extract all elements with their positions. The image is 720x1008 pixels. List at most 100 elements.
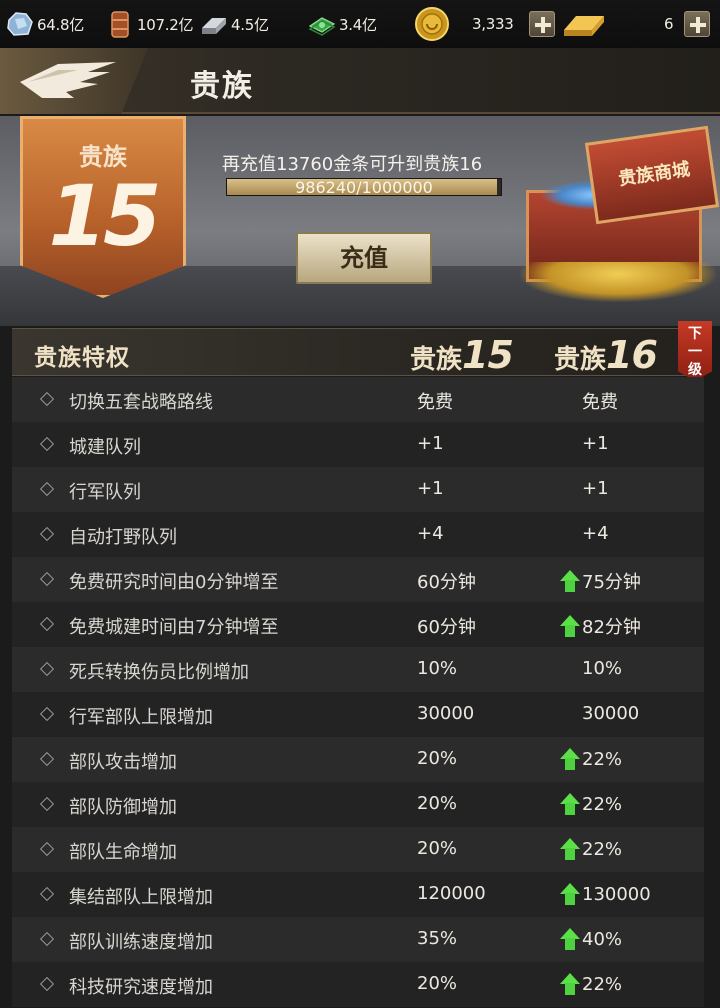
privilege-row: 部队生命增加 20% 22% (12, 827, 704, 872)
privilege-title: 贵族特权 (34, 345, 130, 371)
noble-banner: 贵族 15 再充值13760金条可升到贵族16 986240/1000000 充… (0, 116, 720, 326)
resource-cash[interactable]: 3.4亿 (308, 8, 377, 40)
privilege-next-value-wrap: 130000 (560, 883, 651, 905)
upgrade-arrow-icon (560, 838, 580, 860)
add-gold-coin-button[interactable] (529, 11, 555, 37)
privilege-next-value: +4 (582, 523, 609, 544)
resource-steel-value: 4.5亿 (231, 15, 269, 34)
resource-steel[interactable]: 4.5亿 (200, 8, 269, 40)
noble-shop-button[interactable]: 贵族商城 (520, 125, 720, 302)
next-level-tag: 下一级 (678, 321, 712, 381)
back-button[interactable] (0, 48, 148, 114)
privilege-row: 城建队列 +1 +1 (12, 422, 704, 467)
resource-diamond[interactable]: 64.8亿 (6, 8, 84, 40)
privilege-next-value-wrap: 免费 (560, 388, 618, 414)
privilege-current-value: 35% (417, 928, 458, 949)
privilege-next-value: 30000 (582, 703, 640, 724)
privilege-name: 部队防御增加 (69, 797, 177, 818)
next-level-prefix: 贵族 (554, 345, 607, 375)
diamond-bullet-icon (39, 976, 55, 992)
privilege-current-value: +1 (417, 478, 444, 499)
privilege-row: 自动打野队列 +4 +4 (12, 512, 704, 557)
privilege-row: 部队训练速度增加 35% 40% (12, 917, 704, 962)
next-level-tag-char: 下 (688, 326, 702, 342)
upgrade-arrow-icon (560, 973, 580, 995)
next-level-tag-char: 一 (688, 344, 702, 360)
privilege-current-value: 20% (417, 748, 458, 769)
diamond-bullet-icon (39, 931, 55, 947)
gold-coin-icon (415, 7, 449, 41)
privilege-next-value-wrap: +1 (560, 433, 609, 454)
privilege-name: 城建队列 (69, 437, 141, 458)
resource-oil[interactable]: 107.2亿 (106, 8, 193, 40)
privilege-name: 行军队列 (69, 482, 141, 503)
privilege-row: 科技研究速度增加 20% 22% (12, 962, 704, 1007)
upgrade-arrow-icon (560, 793, 580, 815)
upgrade-arrow-icon (560, 615, 580, 637)
diamond-bullet-icon (39, 706, 55, 722)
badge-level: 15 (48, 167, 162, 265)
privilege-name: 死兵转换伤员比例增加 (69, 662, 249, 683)
privilege-next-value: +1 (582, 478, 609, 499)
privilege-next-value: 22% (582, 748, 623, 770)
diamond-bullet-icon (39, 661, 55, 677)
upgrade-arrow-icon (560, 570, 580, 592)
privilege-next-value: 130000 (582, 883, 651, 905)
privilege-next-value-wrap: 22% (560, 973, 622, 995)
diamond-bullet-icon (39, 886, 55, 902)
diamond-bullet-icon (39, 526, 55, 542)
title-bar: 贵族 (0, 48, 720, 114)
privilege-row: 切换五套战略路线 免费 免费 (12, 377, 704, 422)
privilege-next-value: 免费 (582, 392, 618, 413)
gold-coin-count: 3,333 (472, 8, 514, 40)
privilege-current-value: 60分钟 (417, 572, 476, 593)
current-level-number: 15 (462, 333, 514, 377)
current-level-header: 贵族15 (410, 333, 514, 377)
privilege-name: 切换五套战略路线 (69, 392, 213, 413)
privilege-name: 部队生命增加 (69, 842, 177, 863)
privilege-row: 免费城建时间由7分钟增至 60分钟 82分钟 (12, 602, 704, 647)
cash-stack-icon (308, 17, 336, 36)
diamond-bullet-icon (39, 796, 55, 812)
diamond-bullet-icon (39, 391, 55, 407)
resource-diamond-value: 64.8亿 (37, 15, 84, 34)
progress-text: 986240/1000000 (295, 178, 433, 197)
resource-oil-value: 107.2亿 (137, 15, 194, 34)
diamond-bullet-icon (39, 571, 55, 587)
privilege-name: 部队训练速度增加 (69, 932, 213, 953)
steel-ingot-icon (202, 18, 226, 34)
diamond-bullet-icon (39, 436, 55, 452)
privilege-next-value-wrap: 30000 (560, 703, 639, 724)
privilege-next-value: 22% (582, 838, 623, 860)
eagle-wings-icon (20, 62, 116, 98)
privilege-next-value: 22% (582, 793, 623, 815)
add-gold-bar-button[interactable] (684, 11, 710, 37)
privilege-current-value: 20% (417, 793, 458, 814)
gold-bar-icon (564, 16, 604, 36)
gold-bar-count: 6 (664, 8, 674, 40)
privilege-row: 行军队列 +1 +1 (12, 467, 704, 512)
privilege-table-header: 贵族特权 贵族15 贵族16 下一级 (12, 321, 712, 381)
privilege-next-value: 10% (582, 658, 623, 679)
privilege-next-value: 40% (582, 928, 623, 950)
privilege-next-value: +1 (582, 433, 609, 454)
noble-level-badge: 贵族 15 (20, 116, 186, 298)
privilege-current-value: 10% (417, 658, 458, 679)
privilege-next-value-wrap: 82分钟 (560, 613, 641, 639)
privilege-list: 切换五套战略路线 免费 免费 城建队列 +1 +1 行军队列 +1 +1 自动打野队列 +4 +4 免费… (12, 377, 704, 1007)
diamond-bullet-icon (39, 841, 55, 857)
coins-pile (520, 262, 716, 302)
resource-bar: 64.8亿 107.2亿 4.5亿 3.4亿 3,333 6 (0, 0, 720, 48)
diamond-ore-icon (7, 12, 33, 36)
diamond-bullet-icon (39, 616, 55, 632)
privilege-row: 行军部队上限增加 30000 30000 (12, 692, 704, 737)
privilege-current-value: 120000 (417, 883, 486, 904)
privilege-row: 部队防御增加 20% 22% (12, 782, 704, 827)
privilege-name: 行军部队上限增加 (69, 707, 213, 728)
page-title: 贵族 (190, 69, 254, 104)
privilege-next-value-wrap: 22% (560, 748, 622, 770)
recharge-tip: 再充值13760金条可升到贵族16 (222, 154, 483, 175)
recharge-button[interactable]: 充值 (296, 232, 432, 284)
privilege-current-value: +1 (417, 433, 444, 454)
privilege-current-value: 30000 (417, 703, 475, 724)
